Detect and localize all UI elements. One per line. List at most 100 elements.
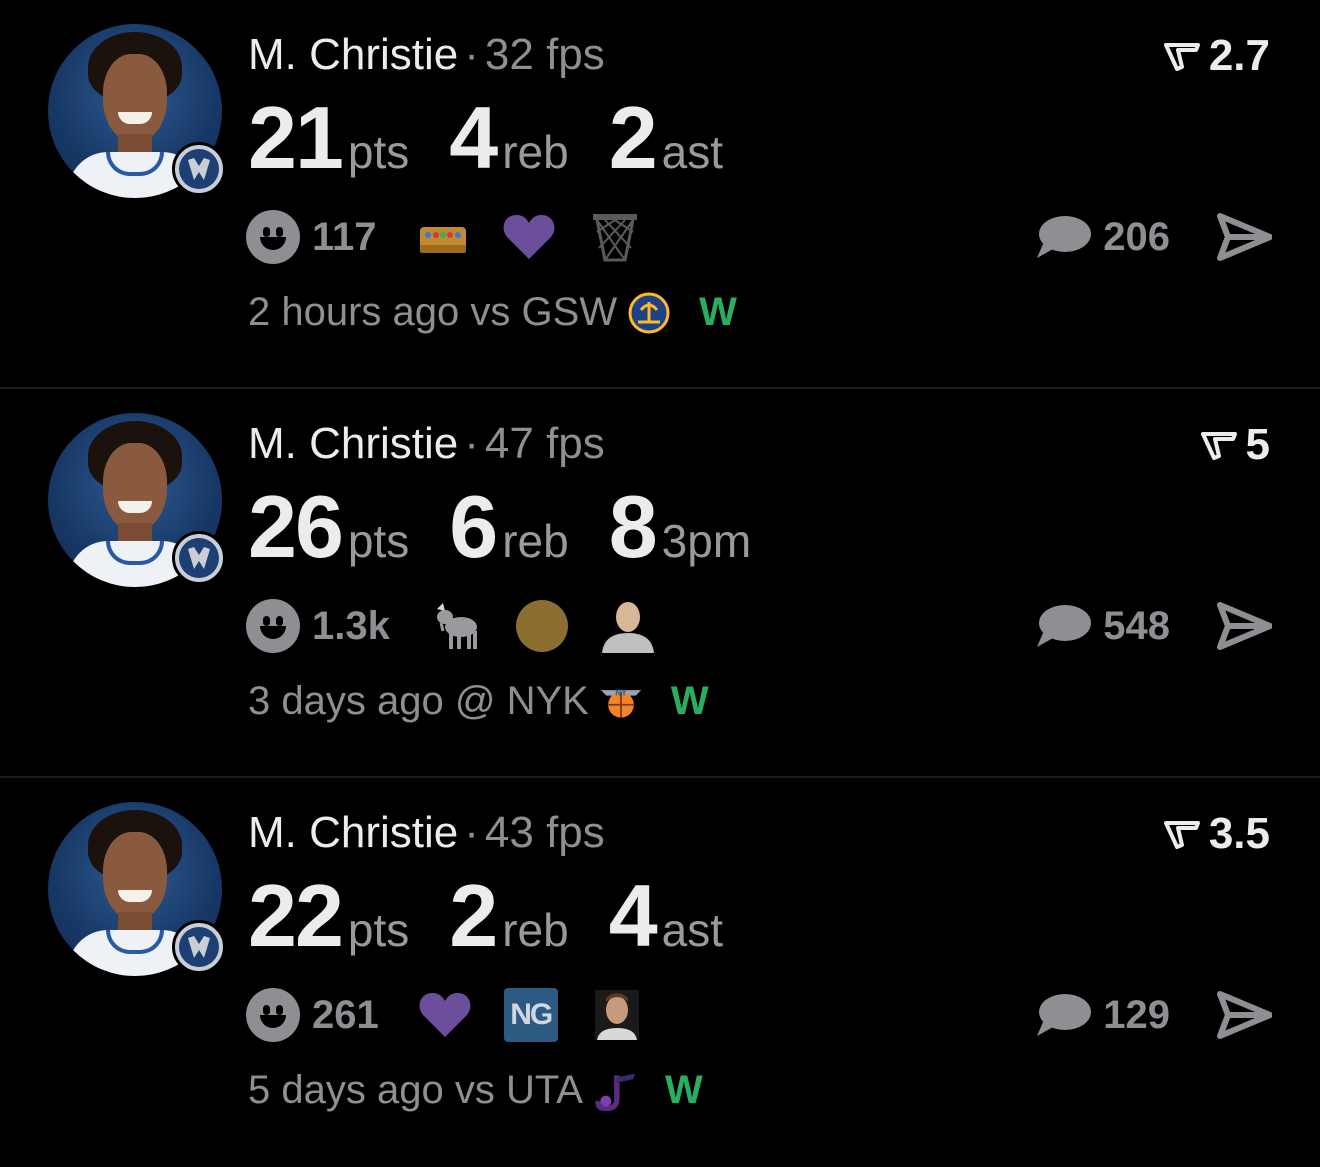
stat-unit: 3pm	[661, 515, 752, 567]
add-reaction-icon[interactable]	[246, 210, 300, 264]
game-result: W	[664, 1068, 703, 1112]
jazz-logo-icon	[593, 1069, 637, 1113]
stat-unit: pts	[347, 515, 410, 567]
comment-icon	[1037, 605, 1092, 647]
time-ago: 2 hours ago	[248, 290, 460, 334]
purple-heart-icon[interactable]	[415, 988, 475, 1042]
separator: ·	[464, 419, 479, 468]
time-ago: 5 days ago	[248, 1068, 444, 1112]
stat-value: 6	[449, 477, 498, 576]
share-button[interactable]	[1216, 988, 1273, 1042]
knicks-logo-icon: NY	[599, 680, 643, 724]
stat-unit: ast	[661, 126, 724, 178]
svg-text:NY: NY	[615, 688, 627, 697]
add-reaction-icon[interactable]	[246, 988, 300, 1042]
game-location: vs	[470, 290, 511, 334]
opponent: NYK	[506, 679, 589, 723]
rating-value: 3.5	[1208, 809, 1270, 858]
game-post-card[interactable]: M. Christie · 43 fps 3.5 22 pts 2 reb 4 ast 2…	[0, 778, 1320, 1167]
basketball-net-icon[interactable]	[585, 210, 645, 264]
ng-badge-label: NG	[503, 988, 558, 1042]
reaction-count[interactable]: 1.3k	[312, 604, 390, 649]
stat-unit: ast	[661, 904, 724, 956]
stat-line: 21 pts 4 reb 2 ast	[248, 88, 763, 188]
rating-value: 2.7	[1208, 31, 1270, 80]
add-reaction-icon[interactable]	[246, 599, 300, 653]
game-info[interactable]: 3 days ago @ NYK NY W	[248, 679, 709, 724]
rating-icon	[1163, 821, 1200, 849]
player-name[interactable]: M. Christie	[248, 808, 458, 857]
game-post-card[interactable]: M. Christie · 47 fps 5 26 pts 6 reb 8 3pm 1.3…	[0, 389, 1320, 778]
player-name[interactable]: M. Christie	[248, 419, 458, 468]
reaction-row: 1.3k	[246, 599, 684, 653]
crown-icon[interactable]	[413, 210, 473, 264]
game-info[interactable]: 5 days ago vs UTA W	[248, 1068, 703, 1113]
stat-value: 4	[449, 88, 498, 187]
stat-value: 2	[449, 866, 498, 965]
stat-value: 26	[248, 477, 344, 576]
game-info[interactable]: 2 hours ago vs GSW W	[248, 290, 737, 335]
comments-button[interactable]: 129	[1035, 988, 1170, 1042]
stat-unit: pts	[347, 126, 410, 178]
rating[interactable]: 2.7	[1163, 32, 1270, 80]
rating-value: 5	[1245, 420, 1270, 469]
send-icon	[1217, 602, 1273, 650]
time-ago: 3 days ago	[248, 679, 444, 723]
send-icon	[1217, 213, 1273, 261]
reaction-count[interactable]: 117	[312, 215, 377, 260]
opponent: UTA	[505, 1068, 583, 1112]
comment-count: 548	[1103, 603, 1170, 648]
reaction-count[interactable]: 261	[312, 993, 379, 1038]
goat-icon[interactable]	[426, 599, 486, 653]
comments-button[interactable]: 548	[1035, 599, 1170, 653]
person-bust-icon[interactable]	[598, 599, 658, 653]
send-icon	[1217, 991, 1273, 1039]
mavericks-logo-icon	[172, 920, 226, 974]
comment-count: 206	[1103, 214, 1170, 259]
gold-circle-icon[interactable]	[512, 599, 572, 653]
post-title: M. Christie · 43 fps	[248, 806, 605, 860]
comment-count: 129	[1103, 992, 1170, 1037]
rating-icon	[1163, 43, 1200, 71]
reaction-row: 117	[246, 210, 671, 264]
stat-line: 22 pts 2 reb 4 ast	[248, 866, 763, 966]
stat-value: 4	[608, 866, 658, 965]
person-photo-icon[interactable]	[587, 988, 647, 1042]
ng-badge-icon[interactable]: NG	[501, 988, 561, 1042]
rating[interactable]: 3.5	[1163, 810, 1270, 858]
game-location: @	[454, 679, 496, 723]
comment-icon	[1037, 994, 1092, 1036]
share-button[interactable]	[1216, 599, 1273, 653]
game-post-card[interactable]: M. Christie · 32 fps 2.7 21 pts 4 reb 2 ast 1…	[0, 0, 1320, 389]
game-result: W	[670, 679, 709, 723]
comments-button[interactable]: 206	[1035, 210, 1170, 264]
stat-value: 22	[248, 866, 344, 965]
stat-unit: reb	[502, 904, 569, 956]
post-title: M. Christie · 47 fps	[248, 417, 605, 471]
rating[interactable]: 5	[1200, 421, 1270, 469]
reaction-row: 261 NG	[246, 988, 673, 1042]
separator: ·	[464, 30, 479, 79]
fantasy-points: 32 fps	[484, 30, 605, 79]
stat-value: 8	[608, 477, 658, 576]
opponent: GSW	[521, 290, 618, 334]
player-name[interactable]: M. Christie	[248, 30, 458, 79]
share-button[interactable]	[1216, 210, 1273, 264]
post-title: M. Christie · 32 fps	[248, 28, 605, 82]
separator: ·	[464, 808, 479, 857]
stat-line: 26 pts 6 reb 8 3pm	[248, 477, 791, 577]
comment-icon	[1037, 216, 1092, 258]
stat-value: 21	[248, 88, 344, 187]
stat-unit: pts	[347, 904, 410, 956]
game-location: vs	[454, 1068, 495, 1112]
stat-value: 2	[608, 88, 658, 187]
mavericks-logo-icon	[172, 531, 226, 585]
warriors-logo-icon	[627, 291, 671, 335]
rating-icon	[1200, 432, 1237, 460]
game-result: W	[699, 290, 737, 334]
fantasy-points: 47 fps	[484, 419, 605, 468]
fantasy-points: 43 fps	[484, 808, 605, 857]
stat-unit: reb	[502, 126, 569, 178]
purple-heart-icon[interactable]	[499, 210, 559, 264]
mavericks-logo-icon	[172, 142, 226, 196]
